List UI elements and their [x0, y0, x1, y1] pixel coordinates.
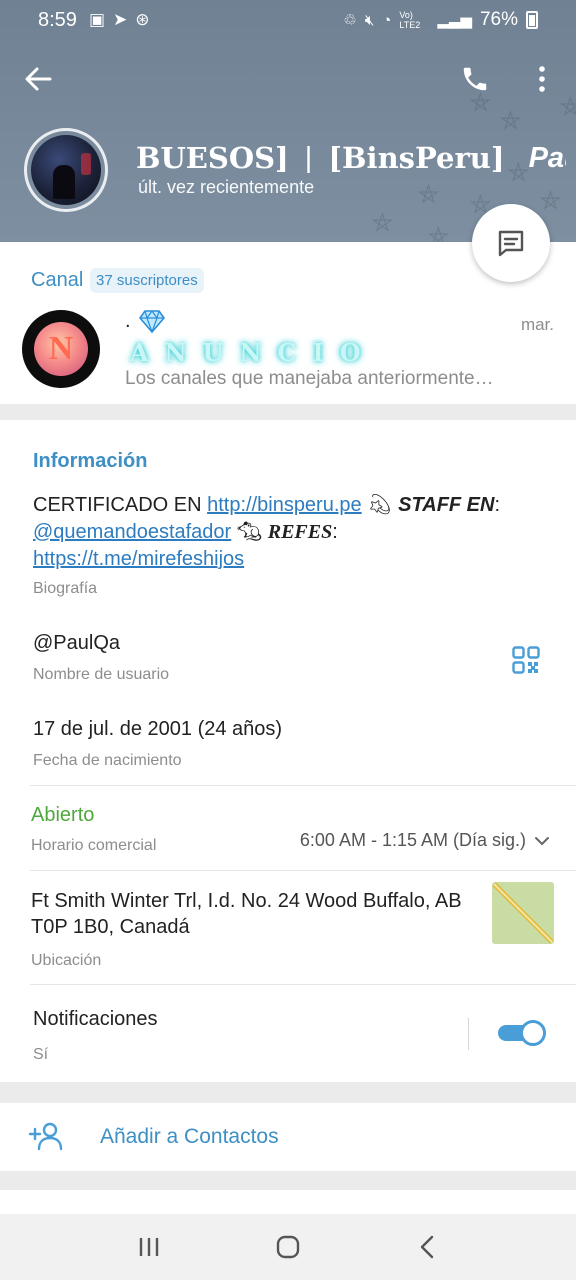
add-contact-label: Añadir a Contactos	[100, 1125, 279, 1148]
channel-preview: Los canales que manejaba anteriormente…	[125, 368, 494, 389]
message-icon	[498, 230, 524, 257]
recent-apps-button[interactable]	[129, 1227, 169, 1267]
toggle-knob	[520, 1020, 546, 1046]
divider	[30, 984, 576, 985]
phone-icon[interactable]	[460, 64, 490, 94]
qr-code-icon[interactable]	[512, 646, 540, 674]
diamond-icon	[139, 309, 165, 334]
channel-section-label: Canal	[31, 269, 84, 291]
wifi-icon: ◔	[382, 11, 392, 29]
business-hours-label: Horario comercial	[31, 837, 157, 854]
add-contact-row[interactable]: Añadir a Contactos	[0, 1103, 576, 1171]
telegram-icon: ➤	[113, 10, 128, 29]
bio-handle-link[interactable]: @quemandoestafador	[33, 521, 231, 543]
more-vertical-icon[interactable]	[530, 64, 554, 94]
username-value[interactable]: @PaulQa	[33, 632, 120, 655]
netflix-n-logo: N	[34, 322, 88, 376]
rat-icon: 🐀︎	[236, 521, 263, 543]
aperture-icon: ⊛	[135, 10, 150, 29]
notifications-value: Sí	[33, 1046, 49, 1063]
avatar-image	[31, 135, 101, 205]
message-button[interactable]	[472, 204, 550, 282]
network-label: Vo) LTE2	[399, 10, 421, 30]
name-part-2: [BinsPeru]	[328, 141, 505, 175]
location-label: Ubicación	[31, 952, 102, 969]
battery-percent: 76%	[479, 9, 518, 30]
pentagram-pattern-icon: ⛤	[418, 180, 439, 210]
mute-icon: 🔇︎	[364, 11, 375, 29]
name-part-1: BUESOS]	[136, 141, 289, 175]
notifications-label[interactable]: Notificaciones	[33, 1008, 158, 1031]
vertical-divider	[468, 1018, 469, 1050]
status-right-icons: ♲ 🔇︎ ◔ Vo) LTE2 ▂▃▅ 76%	[343, 9, 538, 31]
bio-text: CERTIFICADO EN http://binsperu.pe 💫︎ STA…	[33, 492, 553, 573]
subscribers-badge: 37 suscriptores	[90, 268, 204, 293]
name-separator: |	[304, 141, 313, 174]
bio-certificado: CERTIFICADO EN	[33, 494, 208, 516]
username-label: Nombre de usuario	[33, 666, 170, 683]
bio-colon: :	[494, 494, 501, 516]
bio-refes: REFES	[267, 521, 333, 543]
info-heading: Información	[33, 450, 148, 472]
pentagram-pattern-icon: ⛤	[372, 208, 393, 238]
status-time: 8:59	[38, 8, 77, 31]
system-navigation-bar	[0, 1214, 576, 1280]
bio-link-refes[interactable]: https://t.me/mirefeshijos	[33, 548, 244, 570]
channel-announcement: ANUNCIO	[130, 338, 377, 367]
location-map-thumbnail[interactable]	[492, 882, 554, 944]
home-icon	[276, 1235, 300, 1259]
location-address[interactable]: Ft Smith Winter Trl, I.d. No. 24 Wood Bu…	[31, 888, 481, 940]
channel-title: .	[125, 310, 131, 332]
name-part-3: Paul	[528, 141, 566, 174]
recycle-icon: ♲	[343, 12, 357, 29]
bio-label: Biografía	[33, 580, 98, 597]
channel-avatar: N	[22, 310, 100, 388]
birthday-value: 17 de jul. de 2001 (24 años)	[33, 718, 283, 740]
divider	[30, 870, 576, 871]
status-notification-icons: ▣ ➤ ⊛	[89, 10, 150, 30]
gallery-icon: ▣	[88, 10, 105, 29]
recent-apps-icon	[140, 1238, 159, 1256]
channel-date: mar.	[520, 315, 554, 334]
bio-colon: :	[332, 521, 338, 543]
pentagram-pattern-icon: ⛤	[540, 186, 561, 216]
home-button[interactable]	[268, 1227, 308, 1267]
business-hours-dropdown[interactable]: 6:00 AM - 1:15 AM (Día sig.)	[300, 830, 550, 851]
back-arrow-icon[interactable]	[22, 62, 56, 96]
birthday-label: Fecha de nacimiento	[33, 752, 182, 769]
add-user-icon	[28, 1122, 63, 1151]
battery-icon	[526, 11, 538, 29]
dizzy-icon: 💫︎	[367, 494, 393, 516]
system-back-icon	[420, 1235, 433, 1259]
divider	[30, 785, 576, 786]
info-card: Información CERTIFICADO EN http://binspe…	[0, 420, 576, 1082]
bio-staff: STAFF EN	[398, 494, 495, 516]
signal-icon: ▂▃▅	[437, 12, 472, 29]
last-seen-status: últ. vez recientemente	[138, 177, 315, 197]
business-status: Abierto	[31, 804, 95, 826]
profile-header: ⛤ ⛤ ⛤ ⛤ ⛤ ⛤ ⛤ ⛤ ⛤ 8:59 ▣ ➤ ⊛ ♲ 🔇︎ ◔ Vo) …	[0, 0, 576, 242]
bio-link-binsperu[interactable]: http://binsperu.pe	[207, 494, 362, 516]
pentagram-pattern-icon: ⛤	[500, 106, 521, 136]
business-hours-value: 6:00 AM - 1:15 AM (Día sig.)	[299, 830, 526, 850]
chevron-down-icon	[535, 836, 549, 845]
status-bar: 8:59 ▣ ➤ ⊛ ♲ 🔇︎ ◔ Vo) LTE2 ▂▃▅ 76%	[0, 0, 576, 40]
notifications-toggle[interactable]	[498, 1020, 546, 1046]
pentagram-pattern-icon: ⛤	[560, 92, 576, 122]
profile-avatar[interactable]	[24, 128, 108, 212]
pentagram-pattern-icon: ⛤	[428, 222, 449, 242]
profile-name: BUESOS] | [BinsPeru] Paul	[136, 140, 566, 176]
next-section-card	[0, 1190, 576, 1214]
system-back-button[interactable]	[407, 1227, 447, 1267]
map-road-icon	[492, 882, 554, 944]
